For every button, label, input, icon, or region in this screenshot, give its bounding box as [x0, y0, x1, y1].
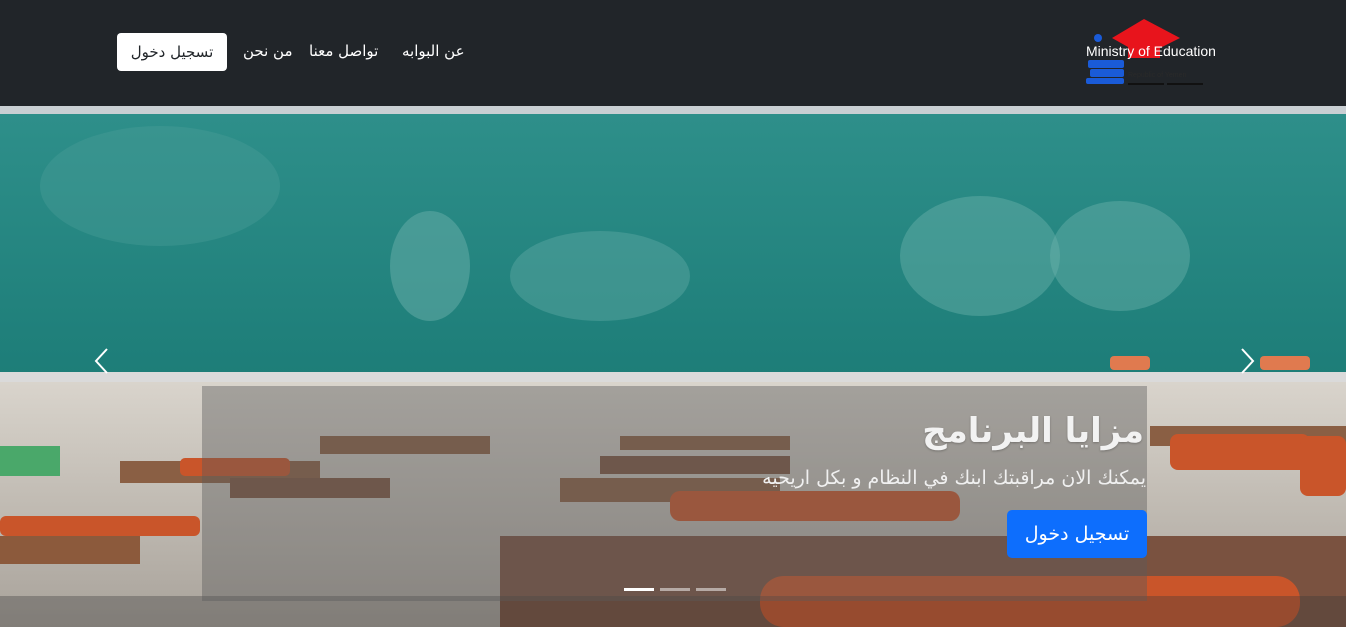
carousel-title: مزايا البرنامج [922, 411, 1144, 451]
carousel-text: يمكنك الان مراقبتك ابنك في النظام و بكل … [762, 467, 1146, 489]
hero-carousel: مزايا البرنامج يمكنك الان مراقبتك ابنك ف… [0, 106, 1346, 627]
carousel-indicator[interactable] [624, 588, 654, 591]
navbar: تسجيل دخول من نحن تواصل معنا عن البوابه … [0, 0, 1346, 106]
chevron-right-icon[interactable] [1232, 346, 1262, 376]
nav-link-about-us[interactable]: من نحن [243, 42, 293, 60]
logo-subtitle: Republic of Yemen [1128, 72, 1187, 79]
chevron-left-icon[interactable] [87, 346, 117, 376]
carousel-indicator[interactable] [696, 588, 726, 591]
carousel-indicator[interactable] [660, 588, 690, 591]
logo-title: Ministry of Education [1086, 43, 1216, 59]
carousel-login-button[interactable]: تسجيل دخول [1007, 510, 1147, 558]
login-button[interactable]: تسجيل دخول [117, 33, 227, 71]
nav-link-contact[interactable]: تواصل معنا [309, 42, 378, 60]
nav-link-about-portal[interactable]: عن البوابه [402, 42, 465, 60]
